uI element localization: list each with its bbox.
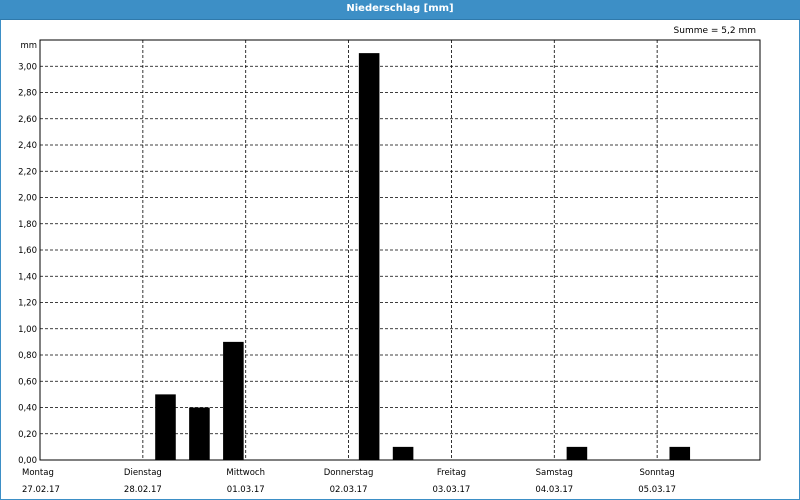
y-tick-label: 3,00 [18, 62, 37, 72]
y-tick-label: 1,00 [18, 325, 37, 335]
y-tick-label: 0,20 [18, 430, 37, 440]
x-tick-day-name: Donnerstag [324, 468, 374, 478]
y-tick-label: 0,60 [18, 377, 37, 387]
y-axis-label: mm [20, 41, 37, 51]
x-tick-day-name: Sonntag [639, 468, 674, 478]
y-tick-label: 1,20 [18, 299, 37, 309]
y-tick-label: 2,80 [18, 89, 37, 99]
x-tick-day-name: Freitag [437, 468, 466, 478]
y-tick-label: 2,40 [18, 141, 37, 151]
x-tick-date: 04.03.17 [535, 485, 573, 495]
x-tick-day-name: Dienstag [124, 468, 162, 478]
y-tick-label: 1,40 [18, 272, 37, 282]
x-tick-date: 27.02.17 [22, 485, 60, 495]
x-tick-date: 28.02.17 [124, 485, 162, 495]
x-axis: Montag 27.02.17 Dienstag 28.02.17 Mittwoch 01… [22, 468, 676, 495]
precipitation-chart: 0,00 0,20 0,40 0,60 0,80 1,00 1,20 1,40 1,60 1,80… [18, 39, 761, 495]
y-tick-label: 2,20 [18, 167, 37, 177]
y-tick-label: 2,60 [18, 115, 37, 125]
y-tick-label: 0,00 [18, 456, 37, 466]
precipitation-bar [358, 53, 380, 460]
y-tick-label: 0,40 [18, 404, 37, 414]
precipitation-bar [669, 446, 691, 460]
x-tick-day-name: Mittwoch [226, 468, 265, 478]
x-tick-date: 01.03.17 [227, 485, 265, 495]
x-tick-date: 03.03.17 [432, 485, 470, 495]
precipitation-bar [189, 407, 210, 460]
y-axis: 0,00 0,20 0,40 0,60 0,80 1,00 1,20 1,40 1,60 1,80… [18, 62, 37, 466]
y-tick-label: 2,00 [18, 194, 37, 204]
precipitation-bar [155, 394, 176, 460]
precipitation-bar [223, 341, 244, 460]
x-tick-day-name: Samstag [536, 468, 573, 478]
x-tick-date: 05.03.17 [638, 485, 676, 495]
x-tick-day-name: Montag [22, 468, 54, 478]
y-tick-label: 1,60 [18, 246, 37, 256]
x-tick-date: 02.03.17 [330, 485, 368, 495]
y-tick-label: 1,80 [18, 220, 37, 230]
y-tick-label: 0,80 [18, 351, 37, 361]
precipitation-bar [566, 446, 588, 460]
precipitation-bar [392, 446, 414, 460]
